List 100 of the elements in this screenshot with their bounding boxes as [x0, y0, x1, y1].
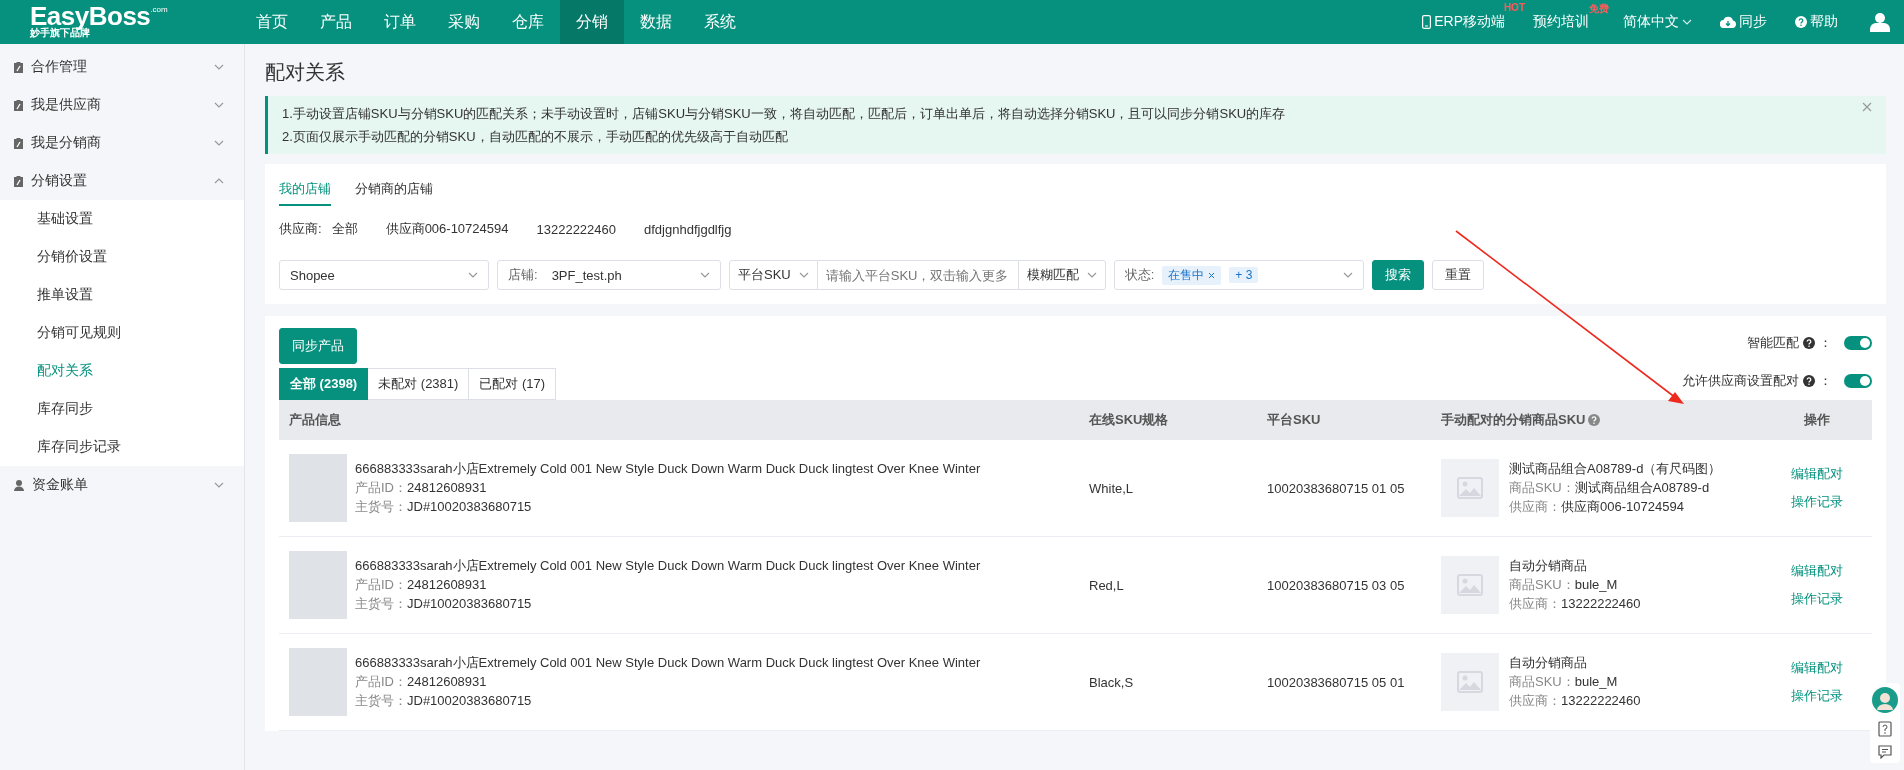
nav-tab[interactable]: 系统 [688, 0, 752, 44]
action-link[interactable]: 编辑配对 [1790, 562, 1843, 580]
clipboard-icon [14, 99, 23, 111]
column-header: 操作 [1803, 411, 1830, 429]
sidebar-subitem[interactable]: 基础设置 [0, 200, 244, 238]
supplier-option[interactable]: 13222222460 [536, 221, 616, 237]
sku-input-field[interactable]: 请输入平台SKU，双击输入更多 [817, 260, 1018, 290]
help-icon [1795, 16, 1807, 28]
field-value: JD#10020383680715 [407, 693, 532, 708]
sidebar-subitem[interactable]: 库存同步 [0, 390, 244, 428]
toggle-switch[interactable] [1844, 374, 1872, 388]
store-tab[interactable]: 我的店铺 [279, 176, 331, 206]
field-label: 主货号： [355, 693, 407, 708]
field-label: 供应商： [1509, 499, 1561, 514]
sidebar-item[interactable]: 我是分销商 [0, 124, 244, 162]
nav-tab[interactable]: 产品 [304, 0, 368, 44]
field-value: bule_M [1574, 674, 1618, 689]
field-value: JD#10020383680715 [407, 596, 532, 611]
store-select[interactable]: 店铺: 3PF_test.ph [497, 260, 721, 290]
product-name: 自动分销商品 [1509, 654, 1588, 672]
nav-tab[interactable]: 首页 [240, 0, 304, 44]
filter-tab[interactable]: 已配对 (17) [469, 368, 557, 400]
filter-tab[interactable]: 未配对 (2381) [368, 368, 470, 400]
action-link[interactable]: 编辑配对 [1790, 659, 1843, 677]
platform-select[interactable]: Shopee [279, 260, 489, 290]
product-name: 测试商品组合A08789-d（有尺码图） [1509, 460, 1722, 478]
table-cell: 10020383680715 01 05 [1267, 480, 1405, 496]
nav-tab[interactable]: 分销 [560, 0, 624, 44]
toggle-label: 允许供应商设置配对 [1682, 372, 1799, 390]
avatar-icon[interactable] [1872, 687, 1898, 713]
chevron-up-icon [214, 178, 224, 184]
nav-tab[interactable]: 订单 [368, 0, 432, 44]
sku-type-select[interactable]: 平台SKU [729, 260, 818, 290]
chevron-down-icon [798, 272, 809, 278]
table-cell: White,L [1089, 480, 1134, 496]
search-button[interactable]: 搜索 [1371, 260, 1424, 290]
field-label: 主货号： [355, 596, 407, 611]
column-header: 平台SKU [1267, 411, 1321, 429]
column-header: 产品信息 [289, 411, 341, 429]
picture-icon [1457, 671, 1483, 693]
sidebar-item[interactable]: 分销设置 [0, 162, 244, 200]
chevron-down-icon [1342, 272, 1353, 278]
supplier-option[interactable]: 供应商006-10724594 [385, 220, 509, 238]
close-icon[interactable] [1862, 102, 1872, 112]
nav-tab[interactable]: 采购 [432, 0, 496, 44]
action-link[interactable]: 操作记录 [1790, 687, 1843, 705]
supplier-option[interactable]: dfdjgnhdfjgdlfjg [644, 221, 732, 237]
sidebar-item[interactable]: 资金账单 [0, 466, 244, 504]
sidebar-subitem[interactable]: 库存同步记录 [0, 428, 244, 466]
product-title: 666883333sarah小店Extremely Cold 001 New Style Duck Down Warm Duck Duck lingtest Over Knee Winter [355, 557, 981, 575]
page-title: 配对关系 [265, 60, 346, 85]
chat-icon[interactable] [1878, 745, 1892, 759]
filter-tab[interactable]: 全部 (2398) [279, 368, 369, 400]
sidebar-item[interactable]: 我是供应商 [0, 86, 244, 124]
chevron-down-icon [1682, 19, 1692, 25]
chevron-down-icon [1086, 272, 1097, 278]
sidebar-item[interactable]: 合作管理 [0, 48, 244, 86]
store-tab[interactable]: 分销商的店铺 [355, 176, 433, 206]
sidebar-subitem[interactable]: 配对关系 [0, 352, 244, 390]
sync-products-button[interactable]: 同步产品 [279, 328, 357, 364]
reset-button[interactable]: 重置 [1431, 260, 1484, 290]
table-cell: 10020383680715 03 05 [1267, 577, 1405, 593]
close-icon[interactable] [1208, 271, 1216, 279]
field-label: 商品SKU： [1509, 577, 1575, 592]
chevron-down-icon [214, 64, 224, 70]
sidebar-subitem[interactable]: 分销价设置 [0, 238, 244, 276]
colon-text: ： [1819, 372, 1832, 390]
header-link[interactable]: ERP移动端 [1434, 13, 1505, 31]
column-header: 手动配对的分销商品SKU [1441, 411, 1586, 429]
supplier-option[interactable]: 全部 [331, 220, 358, 238]
action-link[interactable]: 操作记录 [1790, 493, 1843, 511]
header-link[interactable]: 预约培训 [1533, 13, 1589, 31]
field-value: 24812608931 [407, 674, 487, 689]
badge-label: 免费 [1589, 2, 1609, 16]
person-icon [14, 479, 24, 491]
help-icon [1803, 375, 1815, 387]
field-value: 24812608931 [407, 577, 487, 592]
action-link[interactable]: 编辑配对 [1790, 465, 1843, 483]
user-icon[interactable] [1870, 12, 1890, 32]
colon-text: ： [1819, 334, 1832, 352]
action-link[interactable]: 操作记录 [1790, 590, 1843, 608]
header-link[interactable]: 同步 [1739, 13, 1767, 31]
sidebar-subitem[interactable]: 分销可见规则 [0, 314, 244, 352]
help-document-icon[interactable] [1878, 721, 1892, 737]
status-select[interactable]: 状态: 在售中 + 3 [1113, 260, 1364, 290]
match-mode-select[interactable]: 模糊匹配 [1017, 260, 1106, 290]
photo-placeholder [289, 551, 347, 619]
sidebar-subitem[interactable]: 推单设置 [0, 276, 244, 314]
phone-icon [1422, 15, 1432, 29]
chevron-down-icon [214, 140, 224, 146]
toggle-switch[interactable] [1844, 336, 1872, 350]
column-header: 在线SKU规格 [1089, 411, 1169, 429]
logo-suffix: .com [150, 5, 168, 15]
table-cell: Red,L [1089, 577, 1124, 593]
header-link[interactable]: 帮助 [1810, 13, 1838, 31]
nav-tab[interactable]: 仓库 [496, 0, 560, 44]
field-label: 产品ID： [355, 577, 407, 592]
header-link[interactable]: 简体中文 [1623, 13, 1679, 31]
nav-tab[interactable]: 数据 [624, 0, 688, 44]
clipboard-icon [14, 137, 23, 149]
